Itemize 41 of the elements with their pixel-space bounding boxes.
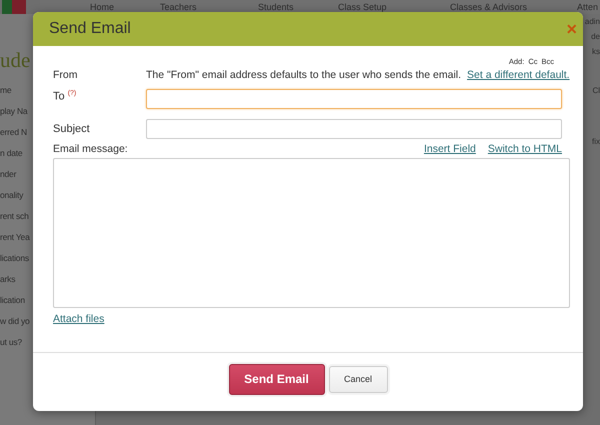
field-label: rent Yea [0,231,30,244]
field-label: ut us? [0,336,22,349]
field-label: n date [0,147,22,160]
nav-link[interactable]: Class Setup [338,0,450,14]
nav-link[interactable]: Home [90,0,160,14]
nav-link[interactable]: Teachers [160,0,258,14]
menu-item[interactable]: adin [584,14,600,29]
field-label: onality [0,189,24,202]
field-label: me [0,84,12,97]
field-label: lications [0,252,29,265]
set-default-link[interactable]: Set a different default. [467,69,570,81]
to-label: To $^{(?)}$ [53,89,78,103]
message-link[interactable]: Switch to HTML [488,143,562,155]
attach-files-link[interactable]: Attach files [53,313,104,325]
message-link[interactable]: Insert Field [424,143,476,155]
subject-field[interactable] [146,119,562,139]
from-note: The "From" email address defaults to the user who sends the email. [146,69,462,81]
close-button[interactable]: × [566,20,577,38]
cancel-button[interactable]: Cancel [328,366,388,392]
subject-label: Subject [53,123,91,135]
to-field[interactable] [146,89,562,109]
menu-item[interactable]: ks [592,44,600,59]
field-label: lication [0,294,25,307]
send-button[interactable]: Send Email [228,364,324,394]
nav-link[interactable]: Students [258,0,338,14]
menu-item[interactable]: fix [592,134,600,149]
field-label: play Na [0,105,28,118]
message-field[interactable] [53,158,570,308]
menu-item[interactable]: de [591,29,600,44]
field-label: erred N [0,126,27,139]
field-label: w did yo [0,315,30,328]
page-heading: ude [0,47,30,74]
field-label: nder [0,168,16,181]
dialog-title: Send Email [49,20,131,38]
field-label: rent sch [0,210,29,223]
message-label: Email message: [53,143,128,155]
nav-link[interactable]: Classes & Advisors [450,0,577,14]
nav-link[interactable]: Atten [577,0,598,14]
from-label: From [53,69,78,81]
field-label: arks [0,273,16,286]
menu-item[interactable]: Cl [592,83,600,98]
